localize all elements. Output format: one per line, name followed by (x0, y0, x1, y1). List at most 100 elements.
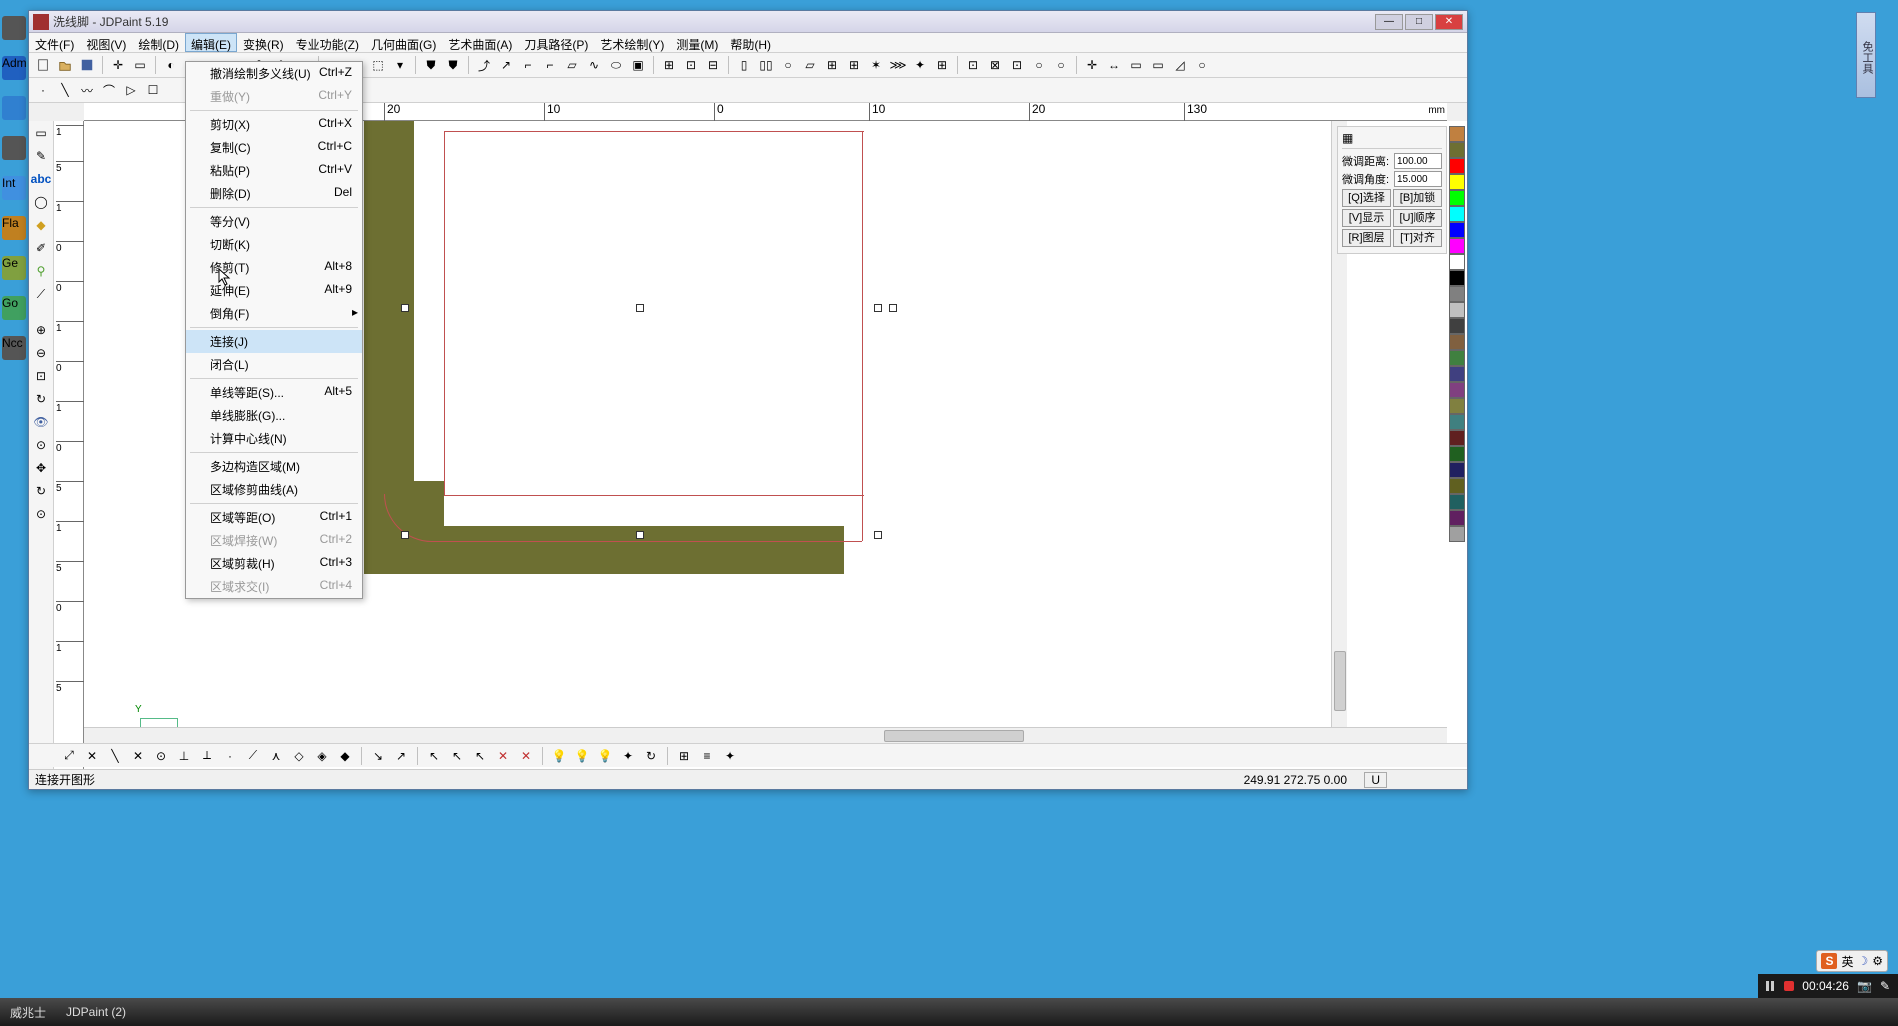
color-swatch[interactable] (1449, 286, 1465, 302)
refresh-icon[interactable]: ↻ (30, 388, 52, 410)
menu-item[interactable]: 切断(K) (186, 233, 362, 256)
menu-view[interactable]: 视图(V) (80, 33, 132, 52)
reset-icon[interactable]: ⊙ (30, 503, 52, 525)
curve-icon[interactable]: 〰 (77, 80, 97, 100)
tool-icon[interactable]: ○ (1051, 55, 1071, 75)
tool-icon[interactable]: ⬚ (368, 55, 388, 75)
shield-icon[interactable]: ⛊ (421, 55, 441, 75)
cursor-icon[interactable]: ↖ (470, 746, 490, 766)
desktop-icon[interactable] (2, 96, 26, 120)
menu-artsurf[interactable]: 艺术曲面(A) (442, 33, 518, 52)
tool-icon[interactable]: ▱ (562, 55, 582, 75)
menu-geom[interactable]: 几何曲面(G) (365, 33, 442, 52)
bulb-icon[interactable]: 💡 (549, 746, 569, 766)
color-swatch[interactable] (1449, 398, 1465, 414)
menu-edit[interactable]: 编辑(E) (185, 33, 237, 52)
snap-icon[interactable]: ◈ (312, 746, 332, 766)
menu-item[interactable]: 区域剪裁(H)Ctrl+3 (186, 552, 362, 575)
tool-icon[interactable]: ⊞ (659, 55, 679, 75)
menu-item[interactable]: 单线等距(S)...Alt+5 (186, 381, 362, 404)
tool-icon[interactable]: ⋙ (888, 55, 908, 75)
color-swatch[interactable] (1449, 494, 1465, 510)
snap-icon[interactable]: ◇ (289, 746, 309, 766)
color-swatch[interactable] (1449, 142, 1465, 158)
tool-icon[interactable]: ⊡ (963, 55, 983, 75)
snap-icon[interactable]: ⟋ (243, 746, 263, 766)
color-swatch[interactable] (1449, 270, 1465, 286)
save-icon[interactable] (77, 55, 97, 75)
menu-measure[interactable]: 测量(M) (670, 33, 724, 52)
color-swatch[interactable] (1449, 414, 1465, 430)
menu-item[interactable]: 等分(V) (186, 210, 362, 233)
bulb-icon[interactable]: 💡 (572, 746, 592, 766)
show-button[interactable]: [V]显示 (1342, 209, 1391, 227)
tool-icon[interactable]: ✎ (1880, 979, 1890, 993)
tool-icon[interactable]: ⤴ (474, 55, 494, 75)
menu-item[interactable]: 修剪(T)Alt+8 (186, 256, 362, 279)
delete-icon[interactable]: ✕ (493, 746, 513, 766)
search-icon[interactable]: ⊙ (30, 434, 52, 456)
selection-handle[interactable] (874, 531, 882, 539)
desktop-icon[interactable]: Ncc (2, 336, 26, 360)
tool-icon[interactable]: ⊟ (703, 55, 723, 75)
tool-icon[interactable]: ✦ (720, 746, 740, 766)
move-icon[interactable]: ✛ (108, 55, 128, 75)
color-swatch[interactable] (1449, 302, 1465, 318)
tool-icon[interactable]: ▱ (800, 55, 820, 75)
selection-handle[interactable] (636, 531, 644, 539)
edit-icon[interactable]: ✎ (30, 145, 52, 167)
snap-icon[interactable]: ⋏ (266, 746, 286, 766)
selection-handle[interactable] (401, 531, 409, 539)
menu-pro[interactable]: 专业功能(Z) (290, 33, 365, 52)
fit-icon[interactable]: ⊡ (30, 365, 52, 387)
tool-icon[interactable]: ⊞ (932, 55, 952, 75)
menu-draw[interactable]: 绘制(D) (132, 33, 185, 52)
shape-icon[interactable]: ◯ (30, 191, 52, 213)
rotate-icon[interactable]: ↻ (30, 480, 52, 502)
tool-icon[interactable]: ◿ (1170, 55, 1190, 75)
menu-item[interactable]: 计算中心线(N) (186, 427, 362, 450)
menu-item[interactable]: 剪切(X)Ctrl+X (186, 113, 362, 136)
menu-help[interactable]: 帮助(H) (724, 33, 777, 52)
brush-icon[interactable]: ✐ (30, 237, 52, 259)
tool-icon[interactable]: ⌐ (540, 55, 560, 75)
snap-icon[interactable]: ◆ (335, 746, 355, 766)
menu-item[interactable]: 区域等距(O)Ctrl+1 (186, 506, 362, 529)
ime-indicator[interactable]: S 英 ☽ ⚙ (1816, 950, 1888, 972)
pause-icon[interactable] (1766, 981, 1776, 991)
tool-icon[interactable]: ✶ (866, 55, 886, 75)
menu-transform[interactable]: 变换(R) (237, 33, 290, 52)
align-button[interactable]: [T]对齐 (1393, 229, 1442, 247)
taskbar-item[interactable]: 威兆士 (0, 1000, 56, 1025)
tool-icon[interactable]: ∿ (584, 55, 604, 75)
layer-button[interactable]: [R]图层 (1342, 229, 1391, 247)
color-swatch[interactable] (1449, 430, 1465, 446)
menu-item[interactable]: 粘贴(P)Ctrl+V (186, 159, 362, 182)
tool-icon[interactable]: ⊡ (681, 55, 701, 75)
order-button[interactable]: [U]顺序 (1393, 209, 1442, 227)
pin-icon[interactable]: ⚲ (30, 260, 52, 282)
snap-icon[interactable]: ↗ (391, 746, 411, 766)
scrollbar-horizontal[interactable] (84, 727, 1447, 743)
cursor-icon[interactable]: ↖ (424, 746, 444, 766)
select-button[interactable]: [Q]选择 (1342, 189, 1391, 207)
tool-icon[interactable]: ⊞ (822, 55, 842, 75)
select-icon[interactable]: ▭ (130, 55, 150, 75)
tool-icon[interactable]: ○ (778, 55, 798, 75)
tool-icon[interactable]: ▣ (628, 55, 648, 75)
desktop-icon[interactable]: Fla (2, 216, 26, 240)
tool-icon[interactable]: ⊞ (674, 746, 694, 766)
menu-toolpath[interactable]: 刀具路径(P) (518, 33, 594, 52)
color-swatch[interactable] (1449, 350, 1465, 366)
line-icon[interactable]: ╲ (55, 80, 75, 100)
tool-icon[interactable]: ↗ (496, 55, 516, 75)
select-rect-icon[interactable]: ▭ (30, 122, 52, 144)
lock-button[interactable]: [B]加锁 (1393, 189, 1442, 207)
menu-item[interactable]: 连接(J) (186, 330, 362, 353)
color-swatch[interactable] (1449, 366, 1465, 382)
desktop-icon[interactable] (2, 136, 26, 160)
snap-icon[interactable]: ⟂ (197, 746, 217, 766)
fill-icon[interactable]: ◆ (30, 214, 52, 236)
open-icon[interactable] (55, 55, 75, 75)
snap-icon[interactable]: ✕ (128, 746, 148, 766)
